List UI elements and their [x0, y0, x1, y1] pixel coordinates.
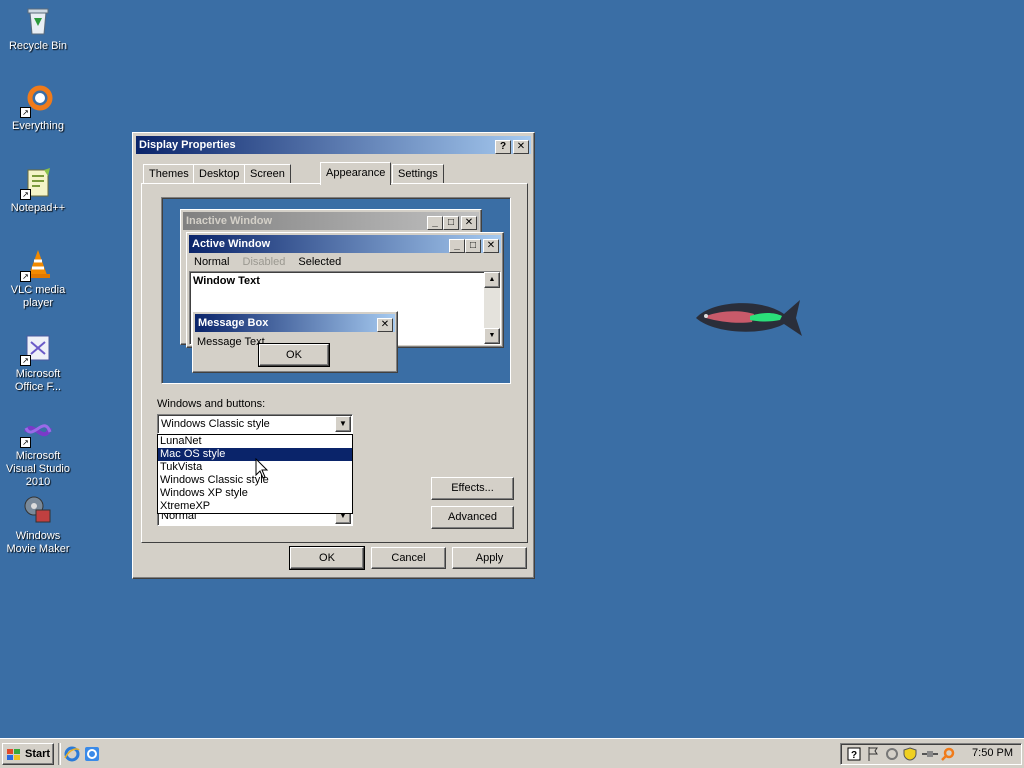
mouse-cursor-icon — [255, 457, 269, 483]
ie-icon[interactable] — [64, 746, 80, 765]
tab-settings[interactable]: Settings — [392, 164, 444, 184]
help-icon[interactable]: ? — [847, 747, 861, 764]
desktop-icon-notepad-plus-plus[interactable]: ↗ Notepad++ — [0, 166, 76, 215]
advanced-button[interactable]: Advanced — [431, 506, 514, 529]
visual-studio-icon: ↗ — [20, 414, 54, 448]
scroll-down-icon: ▼ — [484, 328, 500, 344]
menu-selected: Selected — [298, 256, 342, 268]
shortcut-arrow-icon: ↗ — [20, 355, 31, 366]
tab-desktop[interactable]: Desktop — [193, 164, 246, 184]
tab-themes[interactable]: Themes — [143, 164, 195, 184]
effects-button[interactable]: Effects... — [431, 477, 514, 500]
help-button[interactable]: ? — [495, 140, 511, 155]
desktop-icon-movie-maker[interactable]: Windows Movie Maker — [0, 494, 76, 556]
notepad-plus-plus-icon: ↗ — [20, 166, 54, 200]
message-box-title: Message Box — [198, 317, 269, 329]
maximize-icon: □ — [465, 239, 481, 254]
menu-normal: Normal — [194, 256, 230, 268]
windows-buttons-label: Windows and buttons: — [157, 398, 266, 410]
active-window-title: Active Window — [192, 238, 271, 250]
ie-alt-icon[interactable] — [84, 746, 100, 765]
ok-button[interactable]: OK — [289, 546, 365, 570]
shortcut-arrow-icon: ↗ — [20, 107, 31, 118]
fish-decoration-icon — [692, 292, 804, 345]
vlc-cone-icon: ↗ — [20, 248, 54, 282]
start-label: Start — [25, 748, 51, 760]
taskbar: Start ? 7:50 PM — [0, 738, 1024, 768]
inactive-window-title: Inactive Window — [186, 215, 273, 227]
tab-appearance[interactable]: Appearance — [320, 162, 392, 185]
desktop-icon-label: Microsoft Visual Studio 2010 — [5, 450, 70, 488]
system-tray: ? 7:50 PM — [840, 743, 1022, 765]
desktop-icon-label: Recycle Bin — [8, 40, 68, 52]
appearance-preview: Inactive Window _ □ ✕ Active Window _ □ ✕ No… — [161, 197, 511, 384]
desktop-icon-label: Notepad++ — [10, 202, 66, 214]
desktop-icon-recycle-bin[interactable]: Recycle Bin — [0, 4, 76, 53]
network-icon[interactable] — [885, 747, 901, 764]
office-icon: ↗ — [20, 332, 54, 366]
shortcut-arrow-icon: ↗ — [20, 189, 31, 200]
everything-search-icon: ↗ — [20, 84, 54, 118]
minimize-icon: _ — [427, 216, 443, 231]
scroll-up-icon: ▲ — [484, 272, 500, 288]
clock[interactable]: 7:50 PM — [972, 747, 1013, 759]
desktop-icon-label: Windows Movie Maker — [6, 530, 70, 555]
desktop-icon-label: Everything — [12, 120, 64, 132]
close-button[interactable]: ✕ — [513, 140, 529, 155]
apply-button[interactable]: Apply — [452, 547, 527, 569]
dropdown-option-windows-xp[interactable]: Windows XP style — [158, 487, 352, 500]
desktop-icon-label: VLC media player — [10, 284, 66, 309]
desktop-icon-vlc[interactable]: ↗ VLC media player — [0, 248, 76, 310]
appearance-panel: Inactive Window _ □ ✕ Active Window _ □ ✕ No… — [141, 183, 528, 543]
start-button[interactable]: Start — [2, 743, 54, 765]
search-tray-icon[interactable] — [941, 747, 955, 764]
windows-logo-icon — [7, 748, 21, 768]
shortcut-arrow-icon: ↗ — [20, 271, 31, 282]
preview-active-titlebar: Active Window _ □ ✕ — [189, 235, 501, 254]
dropdown-option-lunanet[interactable]: LunaNet — [158, 435, 352, 448]
preview-scrollbar: ▲ ▼ — [484, 272, 500, 344]
preview-message-box: Message Box ✕ Message Text OK — [192, 311, 398, 373]
preview-inactive-titlebar: Inactive Window _ □ ✕ — [183, 212, 479, 231]
chevron-down-icon[interactable]: ▼ — [335, 416, 351, 432]
shortcut-arrow-icon: ↗ — [20, 437, 31, 448]
cable-icon[interactable] — [921, 749, 939, 762]
maximize-icon: □ — [443, 216, 459, 231]
close-icon: ✕ — [461, 216, 477, 231]
tab-screen-saver[interactable]: Screen Saver — [244, 164, 291, 198]
desktop-icon-everything[interactable]: ↗ Everything — [0, 84, 76, 133]
movie-maker-icon — [22, 494, 54, 526]
close-icon: ✕ — [377, 318, 393, 333]
display-properties-dialog: Display Properties ? ✕ Themes Desktop Scr… — [132, 132, 535, 579]
windows-buttons-value: Windows Classic style — [161, 418, 270, 430]
flag-icon[interactable] — [867, 746, 879, 765]
desktop-icon-visual-studio[interactable]: ↗ Microsoft Visual Studio 2010 — [0, 414, 76, 489]
dropdown-option-xtremexp[interactable]: XtremeXP — [158, 500, 352, 513]
cancel-button[interactable]: Cancel — [371, 547, 446, 569]
recycle-bin-icon — [22, 4, 54, 36]
dialog-title: Display Properties — [139, 139, 236, 151]
taskbar-separator — [58, 743, 61, 765]
shield-icon[interactable] — [903, 747, 917, 764]
close-icon: ✕ — [483, 239, 499, 254]
menu-disabled: Disabled — [242, 256, 286, 268]
preview-menubar: Normal Disabled Selected — [189, 253, 501, 271]
minimize-icon: _ — [449, 239, 465, 254]
desktop-icon-office[interactable]: ↗ Microsoft Office F... — [0, 332, 76, 394]
dialog-titlebar[interactable]: Display Properties ? ✕ — [136, 136, 531, 155]
window-text-sample: Window Text — [193, 275, 260, 287]
desktop-icon-label: Microsoft Office F... — [14, 368, 62, 393]
windows-buttons-select[interactable]: Windows Classic style ▼ — [157, 414, 353, 434]
svg-text:?: ? — [851, 750, 857, 761]
preview-ok-button: OK — [258, 343, 330, 367]
preview-message-titlebar: Message Box ✕ — [195, 314, 395, 333]
